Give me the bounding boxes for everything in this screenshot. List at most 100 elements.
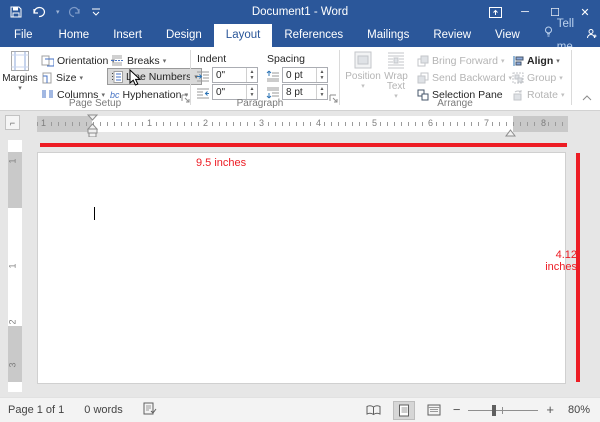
ruler-number: 6 [426, 118, 435, 128]
zoom-slider-thumb[interactable] [492, 405, 496, 416]
share-cluster: Share [586, 24, 600, 47]
indent-left-stepper[interactable]: ▲▼ [246, 68, 257, 82]
read-mode-icon[interactable] [363, 401, 385, 420]
document-area: 1 1 2 3 9.5 inches 4.12 inches [0, 137, 600, 397]
tab-layout[interactable]: Layout [214, 24, 273, 47]
group-button: Group▾ [512, 69, 563, 86]
customize-qat-icon[interactable] [91, 7, 101, 17]
page-setup-dialog-launcher-icon[interactable] [181, 90, 190, 108]
arrange-group-label: Arrange [390, 98, 520, 109]
spacing-before-field[interactable]: 0 pt ▲▼ [282, 67, 328, 83]
breaks-button[interactable]: Breaks▾ [110, 52, 166, 69]
bring-forward-icon [417, 55, 429, 67]
text-cursor [94, 207, 95, 220]
indent-left-field[interactable]: 0" ▲▼ [212, 67, 258, 83]
share-person-icon [586, 28, 598, 43]
redo-icon [69, 6, 82, 18]
breaks-icon [110, 55, 124, 66]
ribbon: Margins ▾ Orientation▾ Size▾ Columns▾ Br… [0, 47, 600, 111]
lightbulb-icon [544, 24, 553, 47]
ruler-number: 1 [145, 118, 154, 128]
indent-right-stepper[interactable]: ▲▼ [246, 85, 257, 99]
ruler-number: 8 [539, 118, 548, 128]
tab-view[interactable]: View [483, 24, 532, 47]
size-button[interactable]: Size▾ [41, 69, 83, 86]
horizontal-ruler[interactable]: 1 1 2 3 4 5 6 7 8 [37, 116, 568, 132]
bottom-margin-zone [8, 326, 22, 382]
ruler-number: 1 [8, 158, 18, 163]
undo-dropdown-icon[interactable]: ▾ [56, 8, 60, 16]
align-button[interactable]: Align▾ [512, 52, 560, 69]
width-annotation-line [40, 143, 567, 147]
tab-tell-me[interactable]: Tell me [532, 24, 586, 47]
zoom-out-button[interactable]: − [453, 403, 461, 417]
window-controls: ─ ☐ ✕ [480, 0, 600, 24]
margins-dropdown-arrow: ▾ [18, 84, 22, 92]
line-numbers-button[interactable]: Line Numbers▾ [107, 68, 202, 85]
tab-design[interactable]: Design [154, 24, 214, 47]
word-window: ▾ Document1 - Word ─ ☐ ✕ File Home Inser… [0, 0, 600, 422]
undo-icon[interactable] [31, 6, 47, 18]
collapse-ribbon-icon[interactable] [582, 88, 592, 106]
height-annotation-label: 4.12 inches [521, 249, 577, 273]
spacing-before-icon [266, 69, 280, 87]
ruler-number: 3 [8, 362, 18, 367]
margins-icon [9, 50, 31, 72]
proofing-status-icon[interactable] [143, 402, 157, 418]
ruler-number: 1 [8, 263, 18, 268]
group-icon [512, 72, 524, 84]
document-page[interactable] [37, 152, 566, 384]
paragraph-dialog-launcher-icon[interactable] [329, 90, 338, 108]
ruler-number: 3 [257, 118, 266, 128]
ruler-number: 2 [201, 118, 210, 128]
tab-references[interactable]: References [272, 24, 355, 47]
orientation-icon [41, 55, 54, 67]
ruler-number: 7 [482, 118, 491, 128]
bring-forward-button: Bring Forward▾ [417, 52, 504, 69]
ruler-number: 5 [370, 118, 379, 128]
indent-left-icon [196, 69, 210, 87]
position-icon [353, 50, 373, 70]
ruler-number: 1 [39, 118, 48, 128]
minimize-button[interactable]: ─ [510, 0, 540, 24]
ribbon-tab-row: File Home Insert Design Layout Reference… [0, 24, 600, 47]
width-annotation-label: 9.5 inches [196, 157, 246, 169]
zoom-in-button[interactable]: + [546, 403, 554, 417]
send-backward-icon [417, 72, 429, 84]
quick-access-toolbar: ▾ [0, 6, 101, 18]
tab-home[interactable]: Home [47, 24, 102, 47]
word-count[interactable]: 0 words [84, 404, 123, 416]
send-backward-button: Send Backward▾ [417, 69, 512, 86]
page-setup-group-label: Page Setup [20, 98, 170, 109]
orientation-button[interactable]: Orientation▾ [41, 52, 115, 69]
share-button[interactable]: Share [586, 28, 600, 43]
tab-file[interactable]: File [0, 24, 47, 47]
save-icon[interactable] [10, 6, 22, 18]
spacing-after-stepper[interactable]: ▲▼ [316, 85, 327, 99]
web-layout-icon[interactable] [423, 401, 445, 420]
print-layout-icon[interactable] [393, 401, 415, 420]
tab-review[interactable]: Review [421, 24, 483, 47]
ribbon-display-options-icon[interactable] [480, 0, 510, 24]
spacing-before-stepper[interactable]: ▲▼ [316, 68, 327, 82]
indent-header: Indent [197, 53, 226, 65]
title-bar: ▾ Document1 - Word ─ ☐ ✕ [0, 0, 600, 24]
position-button: Position ▾ [346, 50, 380, 106]
paragraph-group-label: Paragraph [210, 98, 310, 109]
wrap-text-icon [386, 50, 406, 70]
zoom-level[interactable]: 80% [562, 404, 590, 416]
mouse-cursor-icon [129, 69, 141, 92]
ruler-number: 2 [8, 319, 18, 324]
line-numbers-icon [111, 71, 123, 83]
ruler-row: ⌐ 1 1 2 3 4 5 6 7 8 [0, 112, 600, 137]
tab-stop-selector[interactable]: ⌐ [5, 115, 20, 130]
indent-right-icon [196, 86, 210, 104]
page-indicator[interactable]: Page 1 of 1 [8, 404, 64, 416]
vertical-ruler[interactable]: 1 1 2 3 [8, 140, 22, 392]
tab-insert[interactable]: Insert [101, 24, 154, 47]
tab-mailings[interactable]: Mailings [355, 24, 421, 47]
ruler-number: 4 [314, 118, 323, 128]
spacing-header: Spacing [267, 53, 305, 65]
zoom-slider[interactable] [468, 403, 538, 417]
close-button[interactable]: ✕ [570, 0, 600, 24]
